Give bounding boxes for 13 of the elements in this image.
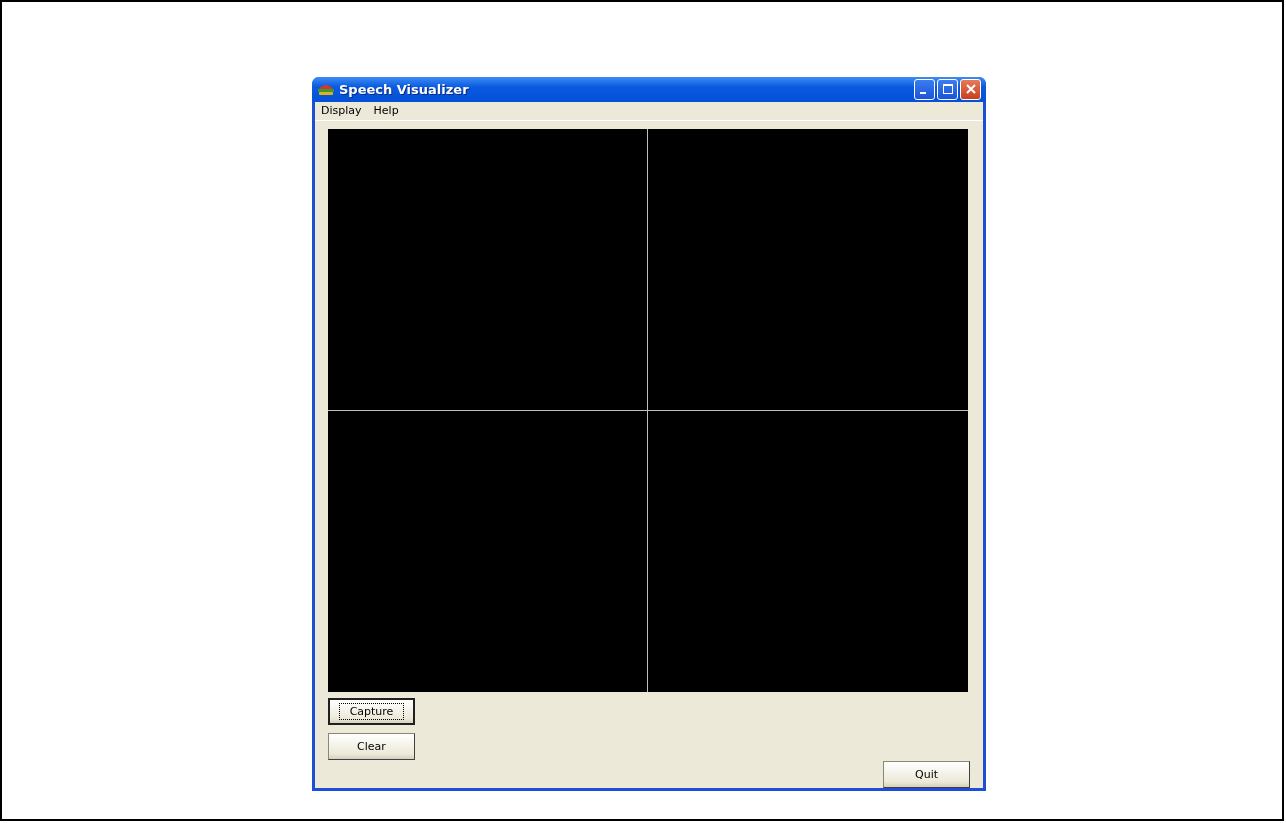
maximize-button[interactable] [937, 78, 958, 100]
minimize-icon [919, 92, 926, 95]
minimize-button[interactable] [914, 78, 935, 100]
push-button[interactable]: Capture [328, 698, 415, 725]
menu-item[interactable]: Help [373, 104, 399, 118]
push-button[interactable]: Quit [883, 761, 970, 788]
maximize-icon [941, 83, 954, 96]
app-icon [317, 82, 335, 97]
close-button[interactable] [960, 78, 981, 100]
close-icon [964, 83, 977, 96]
menu-item[interactable]: Display [321, 104, 362, 118]
push-button[interactable]: Clear [328, 733, 415, 760]
window-title: Speech Visualizer [339, 81, 470, 97]
